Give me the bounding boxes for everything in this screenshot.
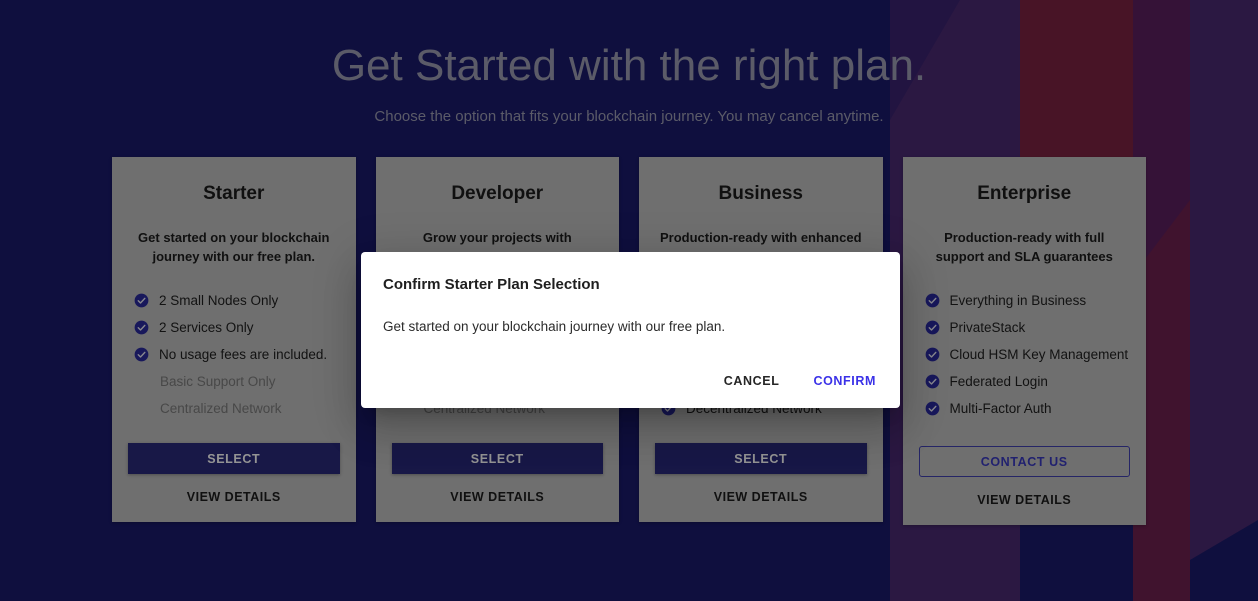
dialog-title: Confirm Starter Plan Selection <box>383 276 600 293</box>
confirm-dialog: Confirm Starter Plan Selection Get start… <box>361 252 900 408</box>
pricing-page: Get Started with the right plan. Choose … <box>0 0 1258 601</box>
dialog-actions: CANCEL CONFIRM <box>361 368 900 408</box>
cancel-button[interactable]: CANCEL <box>714 368 790 394</box>
dialog-body-text: Get started on your blockchain journey w… <box>383 319 726 334</box>
confirm-button[interactable]: CONFIRM <box>803 368 886 394</box>
